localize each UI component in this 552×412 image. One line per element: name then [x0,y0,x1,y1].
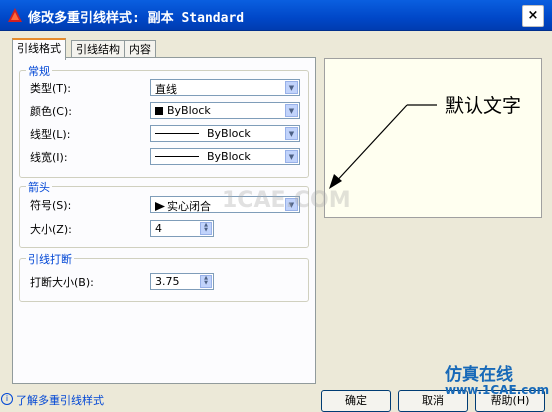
lineweight-select[interactable]: ByBlock ▼ [150,148,300,165]
type-select[interactable]: 直线 ▼ [150,79,300,96]
tab-leader-format[interactable]: 引线格式 [12,38,66,60]
site-watermark: 仿真在线 www.1CAE.com [445,360,549,398]
color-label: 颜色(C): [30,105,72,118]
site-name: 仿真在线 [445,365,513,385]
learn-mleader-style-link[interactable]: 了解多重引线样式 [16,392,104,408]
chevron-down-icon[interactable]: ▼ [285,127,298,140]
linetype-value: ByBlock [207,127,251,140]
break-size-value: 3.75 [155,275,180,288]
break-legend: 引线打断 [26,251,74,267]
title-bar: 修改多重引线样式: 副本 Standard × [0,0,552,31]
type-label: 类型(T): [30,82,72,95]
preview-default-text: 默认文字 [445,95,522,117]
spinner-arrows-icon[interactable]: ▲ ▼ [200,222,212,235]
line-sample-icon [155,133,199,134]
ok-button[interactable]: 确定 [321,390,391,412]
general-group: 常规 类型(T): 直线 ▼ 颜色(C): ByBlock ▼ 线型(L): B… [19,63,309,178]
size-label: 大小(Z): [30,223,72,236]
arrow-size-value: 4 [155,222,162,235]
spinner-arrows-icon[interactable]: ▲ ▼ [200,275,212,288]
type-value: 直线 [155,83,177,96]
site-url: www.1CAE.com [445,383,550,397]
tab-panel: 常规 类型(T): 直线 ▼ 颜色(C): ByBlock ▼ 线型(L): B… [12,57,316,384]
arrowhead-legend: 箭头 [26,179,52,195]
linetype-select[interactable]: ByBlock ▼ [150,125,300,142]
arrow-size-spinner[interactable]: 4 ▲ ▼ [150,220,214,237]
center-watermark: 1CAE.COM [222,188,351,213]
color-value: ByBlock [167,104,211,117]
window-title: 修改多重引线样式: 副本 Standard [28,11,245,26]
lineweight-label: 线宽(I): [30,151,68,164]
color-select[interactable]: ByBlock ▼ [150,102,300,119]
autocad-app-icon [8,8,22,22]
chevron-down-icon[interactable]: ▼ [285,150,298,163]
line-sample-icon [155,156,199,157]
color-swatch-icon [155,107,163,115]
info-icon: i [1,393,13,405]
filled-arrow-icon [155,202,165,211]
close-button[interactable]: × [522,5,544,27]
break-group: 引线打断 打断大小(B): 3.75 ▲ ▼ [19,251,309,302]
chevron-down-icon[interactable]: ▼ [285,104,298,117]
lineweight-value: ByBlock [207,150,251,163]
tab-leader-structure[interactable]: 引线结构 [71,40,125,58]
leader-preview: 默认文字 [324,58,542,218]
symbol-label: 符号(S): [30,199,72,212]
chevron-down-icon[interactable]: ▼ [285,81,298,94]
leader-arrow-drawing [329,104,437,189]
symbol-value: 实心闭合 [167,200,211,213]
break-size-label: 打断大小(B): [30,276,94,289]
linetype-label: 线型(L): [30,128,71,141]
general-legend: 常规 [26,63,52,79]
tab-content[interactable]: 内容 [124,40,156,58]
break-size-spinner[interactable]: 3.75 ▲ ▼ [150,273,214,290]
